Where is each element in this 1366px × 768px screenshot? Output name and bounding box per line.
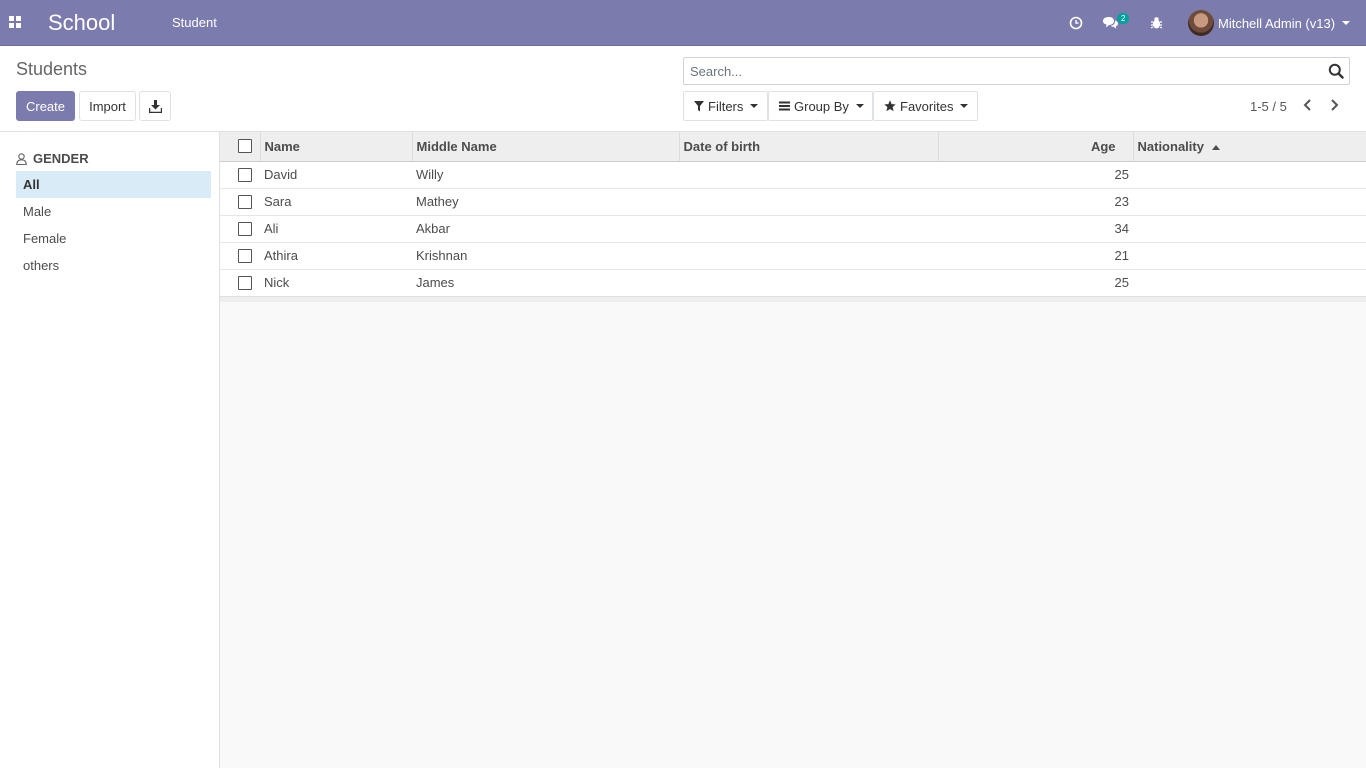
messages-count-badge: 2	[1117, 13, 1130, 24]
cell-middle-name: James	[416, 275, 455, 291]
cell-name: Athira	[260, 242, 412, 270]
cell-name: Sara	[260, 188, 412, 216]
search-panel-sidebar: GENDER All Male Female others	[0, 131, 220, 768]
sort-ascending-icon	[1211, 144, 1220, 150]
sidebar-item-others[interactable]: others	[16, 252, 211, 279]
search-icon[interactable]	[1328, 63, 1345, 80]
filters-dropdown[interactable]: Filters	[683, 91, 768, 121]
cell-nationality	[1133, 215, 1366, 243]
row-checkbox[interactable]	[238, 275, 252, 290]
row-checkbox[interactable]	[238, 221, 252, 236]
cell-middle-name: Akbar	[412, 215, 679, 243]
top-navbar: School Student 2 Mitchell Admin (v13)	[0, 0, 1366, 46]
cell-age: 25	[1114, 275, 1129, 291]
table-row[interactable]: Ali Akbar 34	[220, 215, 1366, 243]
cell-name: Ali	[260, 215, 412, 243]
list-bars-icon	[779, 101, 790, 111]
cell-age: 34	[938, 215, 1133, 243]
star-icon	[884, 100, 896, 112]
select-all-cell	[220, 132, 261, 162]
favorites-dropdown[interactable]: Favorites	[873, 91, 978, 121]
cell-middle-name: Krishnan	[412, 242, 679, 270]
user-icon	[16, 152, 27, 165]
cell-age: 25	[938, 161, 1133, 189]
cell-middle-name: Mathey	[412, 188, 679, 216]
create-button[interactable]: Create	[16, 91, 75, 121]
import-button[interactable]: Import	[79, 91, 136, 121]
apps-menu-icon[interactable]	[8, 12, 26, 32]
page-title: Students	[16, 59, 88, 79]
cell-date-of-birth	[679, 269, 938, 296]
app-title[interactable]: School	[48, 10, 115, 36]
cell-date-of-birth	[679, 242, 938, 270]
row-checkbox[interactable]	[238, 167, 252, 182]
column-header-nationality[interactable]: Nationality	[1133, 132, 1366, 162]
nationality-header-label: Nationality	[1137, 138, 1204, 154]
debug-bug-icon[interactable]	[1147, 14, 1165, 32]
sidebar-item-male[interactable]: Male	[16, 198, 211, 225]
table-row[interactable]: Nick James 25	[220, 269, 1366, 296]
column-header-middle-name[interactable]: Middle Name	[412, 132, 680, 162]
gender-header-label: GENDER	[33, 151, 89, 166]
chevron-down-icon	[960, 104, 969, 108]
row-checkbox[interactable]	[238, 194, 252, 209]
cell-age: 21	[938, 242, 1133, 270]
favorites-label: Favorites	[900, 98, 954, 114]
user-name: Mitchell Admin (v13)	[1218, 15, 1336, 31]
gender-filter-header: GENDER	[16, 151, 89, 166]
cell-nationality	[1133, 242, 1366, 270]
select-all-checkbox[interactable]	[238, 139, 252, 154]
cell-age: 23	[938, 188, 1133, 216]
groupby-label: Group By	[794, 98, 849, 114]
cell-middle-name: Willy	[412, 161, 679, 189]
filters-label: Filters	[708, 98, 744, 114]
column-header-date-of-birth[interactable]: Date of birth	[679, 132, 939, 162]
table-row[interactable]: David Willy 25	[220, 161, 1366, 189]
cell-name: Nick	[264, 275, 290, 291]
export-download-button[interactable]	[139, 91, 171, 121]
row-checkbox[interactable]	[238, 248, 252, 263]
list-view: Name Middle Name Date of birth Age Natio…	[220, 131, 1366, 768]
sidebar-item-female[interactable]: Female	[16, 225, 211, 252]
cell-name: David	[260, 161, 412, 189]
cell-nationality	[1133, 188, 1366, 216]
chevron-down-icon	[750, 104, 759, 108]
column-header-name[interactable]: Name	[260, 132, 413, 162]
table-row[interactable]: Athira Krishnan 21	[220, 242, 1366, 270]
activity-clock-icon[interactable]	[1067, 14, 1085, 32]
groupby-dropdown[interactable]: Group By	[768, 91, 873, 121]
students-table: Name Middle Name Date of birth Age Natio…	[220, 132, 1366, 296]
chevron-down-icon	[855, 104, 864, 108]
cell-date-of-birth	[679, 161, 938, 189]
cell-date-of-birth	[679, 215, 938, 243]
cell-date-of-birth	[679, 188, 938, 216]
table-header-row: Name Middle Name Date of birth Age Natio…	[220, 132, 1366, 162]
table-row[interactable]: Sara Mathey 23	[220, 188, 1366, 216]
search-box	[683, 57, 1350, 85]
search-input[interactable]	[684, 58, 1314, 84]
cell-nationality	[1133, 269, 1366, 296]
cell-nationality	[1133, 161, 1366, 189]
download-icon	[148, 99, 162, 113]
table-footer	[220, 296, 1366, 302]
user-menu[interactable]: Mitchell Admin (v13)	[1188, 9, 1351, 37]
filter-icon	[694, 100, 704, 111]
pager-next-icon[interactable]	[1329, 98, 1343, 114]
pager-previous-icon[interactable]	[1301, 98, 1315, 114]
menu-item-student[interactable]: Student	[172, 15, 217, 30]
user-avatar	[1188, 10, 1214, 36]
column-header-age[interactable]: Age	[938, 132, 1134, 162]
pager-value[interactable]: 1-5 / 5	[1250, 99, 1287, 114]
sidebar-item-all[interactable]: All	[16, 171, 211, 198]
chevron-down-icon	[1342, 21, 1351, 25]
